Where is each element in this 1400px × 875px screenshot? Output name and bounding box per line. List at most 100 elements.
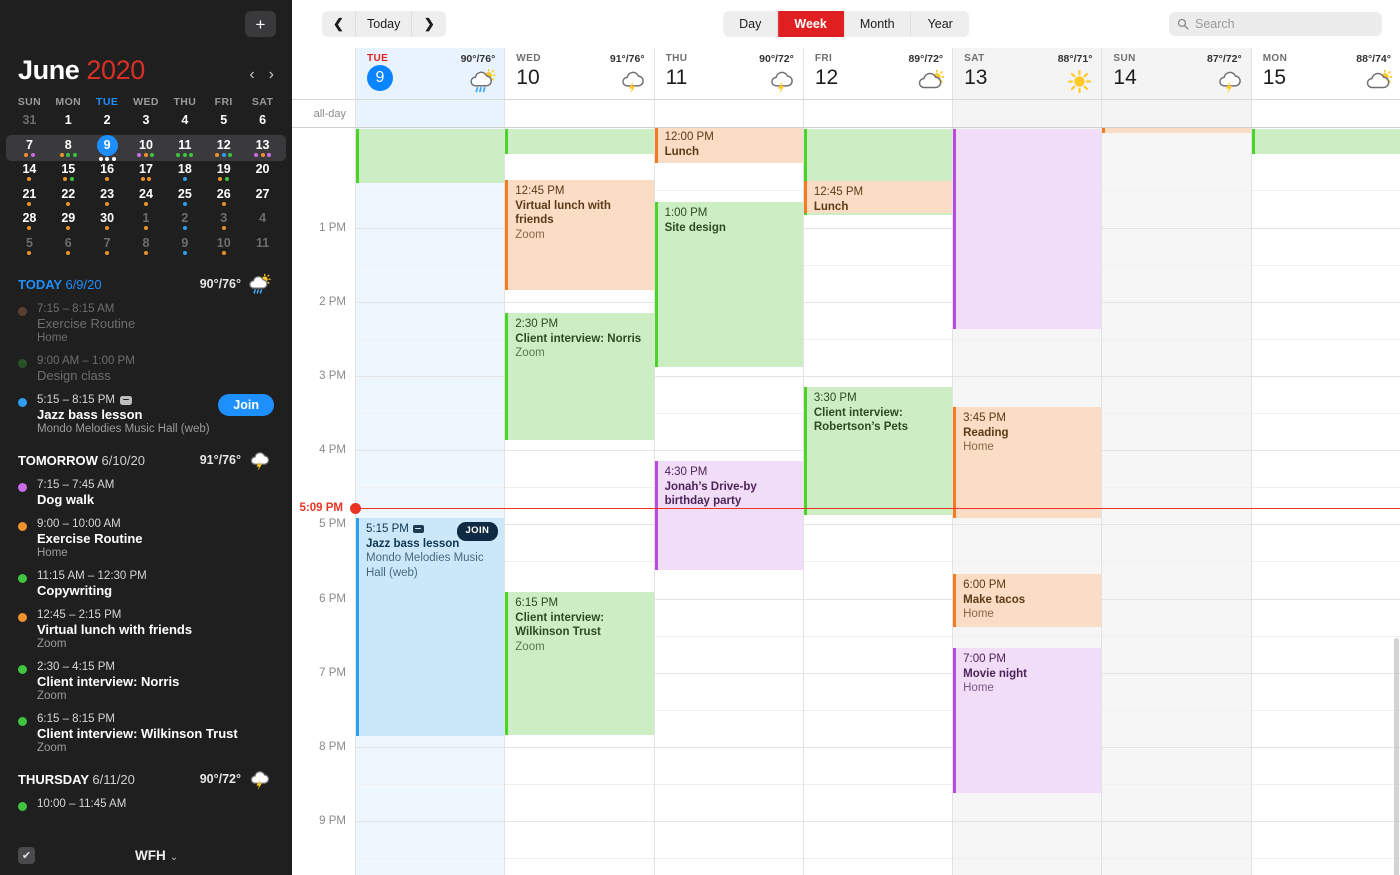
all-day-cell-sat[interactable] [952,100,1102,127]
mini-calendar-day-2[interactable]: 2 [165,210,204,235]
mini-calendar-day-20[interactable]: 20 [243,161,282,186]
prev-week-button[interactable]: ❮ [322,11,356,37]
mini-calendar-day-30[interactable]: 30 [88,210,127,235]
day-column-fri[interactable]: 12:45 PM Lunch 3:30 PM Client interview: Ro… [802,128,953,875]
all-day-cell-tue[interactable] [355,100,505,127]
all-day-cell-mon[interactable] [1250,100,1400,127]
view-year-button[interactable]: Year [911,11,969,37]
agenda-event[interactable]: 9:00 AM – 1:00 PM Design class [18,355,274,383]
calendar-event[interactable]: 2:30 PM Client interview: Norris Zoom [505,313,654,440]
calendar-event-featured[interactable]: 5:15 PM JOIN Jazz bass lesson Mondo Melodie… [356,518,505,736]
calendar-event[interactable] [1102,128,1251,133]
next-week-button[interactable]: ❯ [412,11,447,37]
vertical-scrollbar[interactable] [1394,638,1399,875]
day-header-tue[interactable]: TUE 9 90°/76° [355,48,505,99]
agenda-event[interactable]: 9:00 – 10:00 AM Exercise Routine Home [18,518,274,559]
calendar-event[interactable]: 6:15 PM Client interview: Wilkinson Trust… [505,592,654,735]
calendar-event[interactable]: 12:00 PM Lunch [654,128,803,163]
mini-calendar-day-28[interactable]: 28 [10,210,49,235]
all-day-cell-thu[interactable] [653,100,803,127]
calendar-selector[interactable]: WFH ⌄ [135,848,178,863]
all-day-cell-wed[interactable] [504,100,653,127]
mini-calendar-day-25[interactable]: 25 [165,186,204,211]
agenda-event[interactable]: 2:30 – 4:15 PM Client interview: Norris Zo… [18,661,274,702]
agenda-event[interactable]: 11:15 AM – 12:30 PM Copywriting [18,570,274,598]
day-column-sun[interactable] [1101,128,1251,875]
mini-calendar-day-5[interactable]: 5 [10,235,49,260]
mini-calendar-day-7[interactable]: 7 [10,137,49,162]
mini-calendar-day-11[interactable]: 11 [243,235,282,260]
calendar-event[interactable]: 1:00 PM Site design [654,202,803,367]
mini-calendar-day-26[interactable]: 26 [204,186,243,211]
mini-calendar-day-3[interactable]: 3 [127,112,166,137]
day-column-wed[interactable]: 12:45 PM Virtual lunch with friends Zoom 2:… [504,128,654,875]
mini-calendar-day-9[interactable]: 9 [88,134,127,162]
calendar-event[interactable] [1251,129,1400,154]
search-input[interactable]: Search [1169,12,1382,36]
join-meeting-button[interactable]: JOIN [456,522,499,541]
mini-calendar-day-23[interactable]: 23 [88,186,127,211]
calendar-event[interactable]: 7:00 PM Movie night Home [953,648,1102,793]
view-month-button[interactable]: Month [843,11,912,37]
mini-calendar-day-18[interactable]: 18 [165,161,204,186]
mini-calendar-day-17[interactable]: 17 [127,161,166,186]
day-header-mon[interactable]: MON 15 88°/74° [1250,48,1400,99]
mini-calendar-day-9[interactable]: 9 [165,235,204,260]
mini-calendar-day-1[interactable]: 1 [127,210,166,235]
mini-calendar-day-22[interactable]: 22 [49,186,88,211]
agenda-event[interactable]: 7:15 – 8:15 AM Exercise Routine Home [18,303,274,344]
mini-calendar-day-21[interactable]: 21 [10,186,49,211]
day-header-sat[interactable]: SAT 13 88°/71° [952,48,1102,99]
mini-calendar-day-8[interactable]: 8 [127,235,166,260]
day-column-mon[interactable] [1250,128,1400,875]
mini-calendar-day-12[interactable]: 12 [204,137,243,162]
calendar-event[interactable]: 12:45 PM Lunch [803,181,953,213]
mini-calendar-day-4[interactable]: 4 [165,112,204,137]
mini-calendar-day-10[interactable]: 10 [127,137,166,162]
all-day-cell-sun[interactable] [1101,100,1251,127]
calendar-event[interactable]: 6:00 PM Make tacos Home [953,574,1102,627]
mini-calendar-day-19[interactable]: 19 [204,161,243,186]
mini-calendar-day-15[interactable]: 15 [49,161,88,186]
mini-calendar-day-2[interactable]: 2 [88,112,127,137]
mini-calendar-prev-icon[interactable]: ‹ [249,67,254,83]
mini-calendar-day-11[interactable]: 11 [165,137,204,162]
mini-calendar-day-3[interactable]: 3 [204,210,243,235]
mini-calendar-day-6[interactable]: 6 [243,112,282,137]
day-column-tue[interactable]: 5:15 PM JOIN Jazz bass lesson Mondo Melodie… [355,128,505,875]
mini-calendar-day-31[interactable]: 31 [10,112,49,137]
agenda-event[interactable]: 12:45 – 2:15 PM Virtual lunch with friend… [18,609,274,650]
mini-calendar-day-27[interactable]: 27 [243,186,282,211]
day-header-fri[interactable]: FRI 12 89°/72° [802,48,952,99]
calendar-event[interactable]: 3:30 PM Client interview: Robertson’s Pet… [803,387,953,515]
mini-calendar-day-24[interactable]: 24 [127,186,166,211]
agenda-event[interactable]: 5:15 – 8:15 PM Jazz bass lesson Mondo Melo… [18,394,274,435]
mini-calendar-day-1[interactable]: 1 [49,112,88,137]
day-column-sat[interactable]: 3:45 PM Reading Home 6:00 PM Make tacos Home 7… [952,128,1102,875]
mini-calendar-day-13[interactable]: 13 [243,137,282,162]
calendar-event[interactable]: 3:45 PM Reading Home [953,407,1102,518]
calendar-event[interactable] [356,129,505,183]
day-header-thu[interactable]: THU 11 90°/72° [653,48,803,99]
agenda-event[interactable]: 7:15 – 7:45 AM Dog walk [18,479,274,507]
calendar-checkbox[interactable]: ✔ [18,846,35,864]
mini-calendar-day-16[interactable]: 16 [88,161,127,186]
mini-calendar-day-4[interactable]: 4 [243,210,282,235]
all-day-cell-fri[interactable] [802,100,952,127]
mini-calendar-day-10[interactable]: 10 [204,235,243,260]
mini-calendar-day-8[interactable]: 8 [49,137,88,162]
join-meeting-button[interactable]: Join [218,394,274,416]
calendar-event[interactable]: 12:45 PM Virtual lunch with friends Zoom [505,180,654,290]
calendar-event[interactable]: 4:30 PM Jonah’s Drive-by birthday party [654,461,803,570]
day-header-wed[interactable]: WED 10 91°/76° [504,48,653,99]
mini-calendar-day-7[interactable]: 7 [88,235,127,260]
view-day-button[interactable]: Day [723,11,779,37]
day-header-sun[interactable]: SUN 14 87°/72° [1101,48,1251,99]
mini-calendar-day-29[interactable]: 29 [49,210,88,235]
mini-calendar-day-5[interactable]: 5 [204,112,243,137]
today-button[interactable]: Today [356,11,413,37]
agenda-event[interactable]: 6:15 – 8:15 PM Client interview: Wilkinso… [18,713,274,754]
agenda-event[interactable]: 10:00 – 11:45 AM [18,798,274,811]
mini-calendar-day-6[interactable]: 6 [49,235,88,260]
add-event-button[interactable]: + [245,11,276,37]
